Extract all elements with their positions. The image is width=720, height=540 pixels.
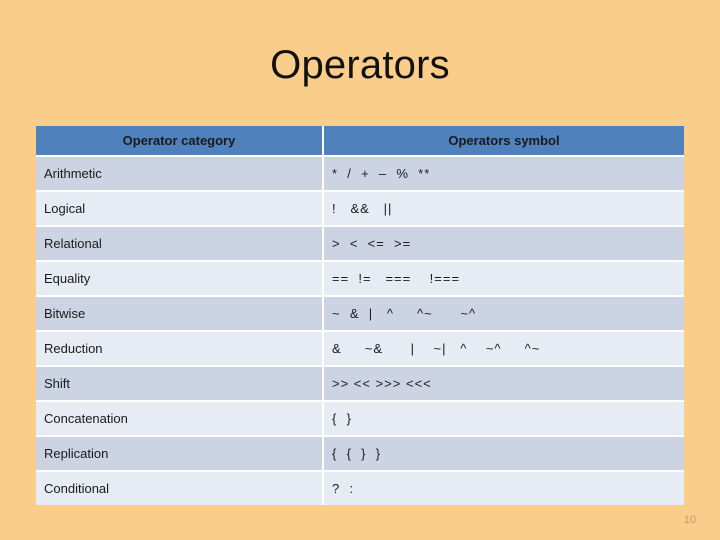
table-row: Equality == != === !===: [36, 262, 684, 297]
page-number: 10: [683, 514, 696, 526]
cell-symbols: { { } }: [324, 437, 684, 472]
cell-symbols: * / + – % **: [324, 157, 684, 192]
cell-symbols: ~ & | ^ ^~ ~^: [324, 297, 684, 332]
slide-canvas: Operators Operator category Operators sy…: [0, 0, 720, 540]
table-row: Arithmetic * / + – % **: [36, 157, 684, 192]
cell-category: Relational: [36, 227, 324, 262]
cell-category: Concatenation: [36, 402, 324, 437]
cell-symbols: { }: [324, 402, 684, 437]
page-title: Operators: [270, 43, 450, 87]
table-header: Operator category Operators symbol: [36, 126, 684, 157]
cell-category: Bitwise: [36, 297, 324, 332]
operators-table: Operator category Operators symbol Arith…: [36, 126, 684, 505]
cell-symbols: >> << >>> <<<: [324, 367, 684, 402]
column-header-operators-symbol: Operators symbol: [324, 126, 684, 157]
cell-category: Logical: [36, 192, 324, 227]
table-row: Concatenation { }: [36, 402, 684, 437]
table-row: Relational > < <= >=: [36, 227, 684, 262]
table-row: Conditional ? :: [36, 472, 684, 505]
cell-category: Equality: [36, 262, 324, 297]
table-row: Shift >> << >>> <<<: [36, 367, 684, 402]
cell-category: Replication: [36, 437, 324, 472]
table-body: Arithmetic * / + – % ** Logical ! && || …: [36, 157, 684, 505]
cell-symbols: == != === !===: [324, 262, 684, 297]
table-row: Reduction & ~& | ~| ^ ~^ ^~: [36, 332, 684, 367]
table-row: Bitwise ~ & | ^ ^~ ~^: [36, 297, 684, 332]
table-row: Logical ! && ||: [36, 192, 684, 227]
table-row: Replication { { } }: [36, 437, 684, 472]
cell-symbols: > < <= >=: [324, 227, 684, 262]
cell-category: Conditional: [36, 472, 324, 505]
table-header-row: Operator category Operators symbol: [36, 126, 684, 157]
cell-symbols: ! && ||: [324, 192, 684, 227]
cell-symbols: & ~& | ~| ^ ~^ ^~: [324, 332, 684, 367]
column-header-operator-category: Operator category: [36, 126, 324, 157]
cell-category: Arithmetic: [36, 157, 324, 192]
cell-symbols: ? :: [324, 472, 684, 505]
cell-category: Shift: [36, 367, 324, 402]
cell-category: Reduction: [36, 332, 324, 367]
